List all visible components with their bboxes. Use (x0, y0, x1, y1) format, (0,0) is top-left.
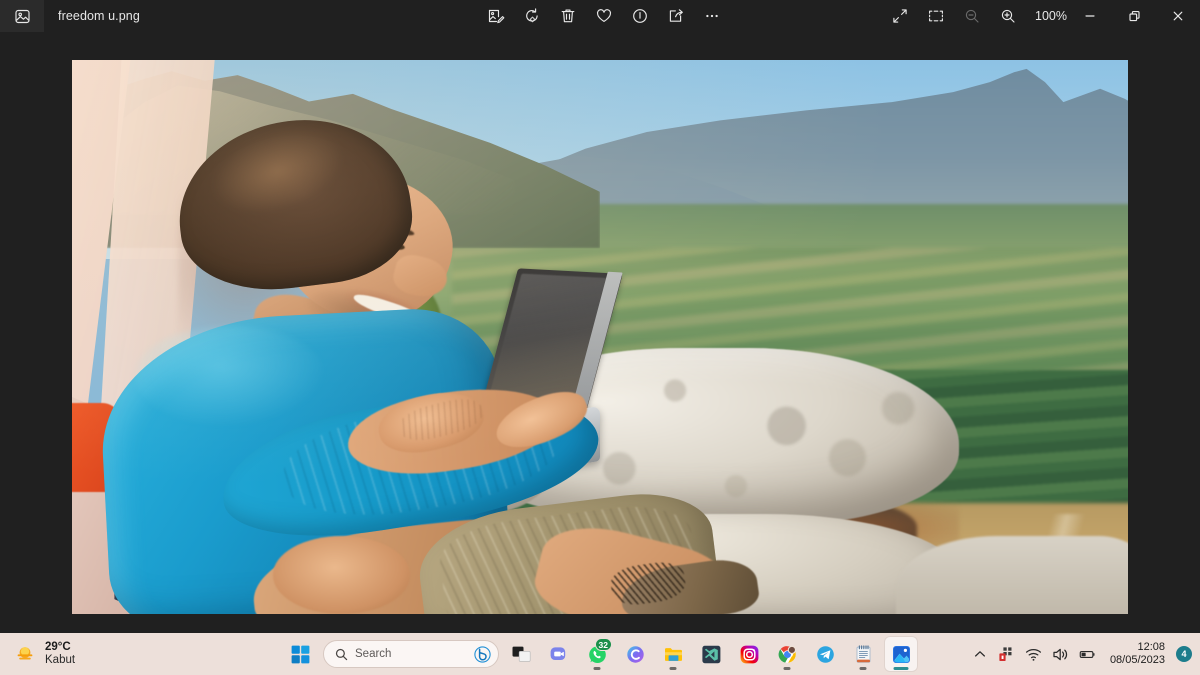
copilot-icon (626, 645, 644, 663)
fit-to-window-button[interactable] (918, 1, 954, 31)
right-rock-edge (895, 536, 1128, 614)
taskbar-app-chrome[interactable] (771, 637, 803, 671)
taskbar-app-chat[interactable] (543, 637, 575, 671)
taskbar-app-telegram[interactable] (809, 637, 841, 671)
shoulder-highlight (135, 325, 326, 426)
folder-icon (664, 647, 682, 661)
sun-haze-icon (17, 647, 33, 660)
search-placeholder: Search (355, 648, 392, 660)
running-indicator (859, 667, 867, 670)
taskbar-app-visual-studio[interactable] (695, 637, 727, 671)
taskbar-app-file-explorer[interactable] (657, 637, 689, 671)
window-controls (1068, 0, 1200, 32)
clock-time: 12:08 (1137, 640, 1165, 653)
taskbar-app-instagram[interactable] (733, 637, 765, 671)
close-icon (1173, 11, 1183, 21)
file-name-label: freedom u.png (58, 9, 140, 23)
taskbar-app-photos[interactable] (885, 637, 917, 671)
taskbar-app-whatsapp[interactable]: 32 (581, 637, 613, 671)
ellipsis-icon (706, 14, 718, 18)
fit-to-window-icon (929, 10, 943, 22)
taskbar-app-task-view[interactable] (505, 637, 537, 671)
view-controls: 100% (882, 0, 1070, 32)
share-button[interactable] (658, 1, 694, 31)
close-button[interactable] (1156, 0, 1200, 32)
rotate-button[interactable] (514, 1, 550, 31)
image-canvas[interactable] (72, 60, 1128, 614)
weather-temperature: 29°C (45, 640, 71, 653)
app-tab[interactable] (0, 0, 44, 32)
fullscreen-button[interactable] (882, 1, 918, 31)
edit-image-icon (488, 9, 505, 24)
instagram-icon (740, 645, 758, 663)
whatsapp-badge: 32 (594, 638, 612, 651)
chevron-up-icon (974, 651, 985, 657)
telegram-icon (816, 645, 834, 663)
minimize-button[interactable] (1068, 0, 1112, 32)
info-icon (633, 9, 647, 23)
app-tray-icon (999, 646, 1012, 661)
search-icon (335, 648, 348, 660)
restore-button[interactable] (1112, 0, 1156, 32)
zoom-in-icon (1001, 9, 1015, 23)
battery-button[interactable] (1079, 645, 1097, 663)
start-button[interactable] (283, 637, 317, 671)
system-tray: 12:08 08/05/2023 4 (971, 633, 1192, 675)
title-bar: freedom u.png 100% (0, 0, 1200, 32)
delete-button[interactable] (550, 1, 586, 31)
running-indicator (783, 667, 791, 670)
running-indicator (593, 667, 601, 670)
taskbar-app-copilot[interactable] (619, 637, 651, 671)
running-indicator (669, 667, 677, 670)
task-view-icon (512, 646, 531, 662)
rotate-icon (526, 8, 538, 23)
windows-icon (291, 645, 309, 663)
minimize-icon (1085, 15, 1095, 17)
photos-app-window: freedom u.png 100% 29°C Kabut Search 32 … (0, 0, 1200, 675)
search-box[interactable]: Search (323, 640, 499, 668)
clock[interactable]: 12:08 08/05/2023 (1110, 641, 1165, 667)
tray-app-icon-button[interactable] (998, 645, 1016, 663)
show-hidden-icons-button[interactable] (971, 645, 989, 663)
notification-badge[interactable]: 4 (1176, 646, 1192, 662)
edit-image-button[interactable] (478, 1, 514, 31)
wifi-button[interactable] (1025, 645, 1043, 663)
taskbar-center: Search 32 (283, 633, 917, 675)
volume-icon (1053, 648, 1068, 660)
taskbar: 29°C Kabut Search 32 12:08 08/05/2023 4 (0, 633, 1200, 675)
battery-icon (1079, 650, 1095, 658)
restore-icon (1128, 10, 1140, 21)
clock-date: 08/05/2023 (1109, 654, 1165, 666)
trash-icon (561, 9, 575, 23)
see-more-button[interactable] (694, 1, 730, 31)
zoom-out-button[interactable] (954, 1, 990, 31)
chat-icon (550, 646, 565, 660)
active-window-indicator (893, 667, 909, 670)
weather-condition: Kabut (45, 654, 76, 666)
weather-widget[interactable]: 29°C Kabut (14, 633, 75, 675)
bing-chat-icon[interactable] (474, 645, 491, 663)
photo-icon (14, 9, 30, 23)
chrome-icon (778, 645, 796, 663)
zoom-level-label: 100% (1035, 9, 1067, 23)
knee (272, 536, 410, 614)
fullscreen-icon (893, 9, 907, 23)
visual-studio-icon (701, 645, 720, 663)
displayed-photo (72, 60, 1128, 614)
favorite-button[interactable] (586, 1, 622, 31)
zoom-in-button[interactable] (990, 1, 1026, 31)
photos-icon (892, 645, 910, 663)
zoom-out-icon (965, 9, 979, 23)
taskbar-app-notepad[interactable] (847, 637, 879, 671)
volume-button[interactable] (1052, 645, 1070, 663)
heart-icon (597, 9, 611, 22)
notepad-icon (856, 644, 870, 663)
image-toolbar (478, 0, 730, 32)
wifi-icon (1026, 648, 1042, 661)
share-icon (669, 9, 683, 22)
file-info-button[interactable] (622, 1, 658, 31)
